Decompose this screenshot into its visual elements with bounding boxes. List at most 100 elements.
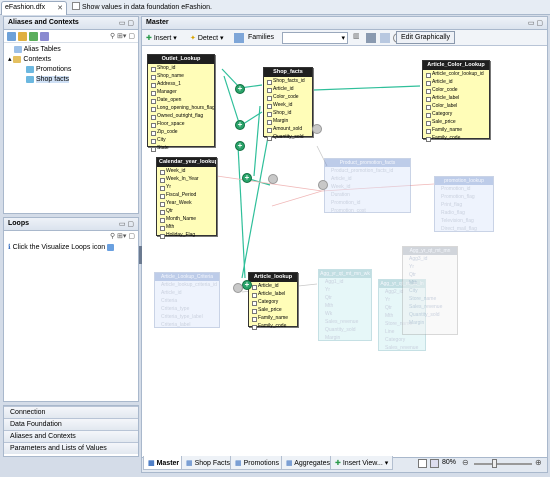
- maximize-icon[interactable]: ▭ ▢: [528, 19, 543, 27]
- join-node-icon[interactable]: +: [242, 173, 252, 183]
- column[interactable]: Shop_name: [148, 72, 214, 80]
- aliases-search-icon[interactable]: ⚲ ⊞▾ ▢: [110, 32, 135, 40]
- tab-aggregates[interactable]: ▦ Aggregates: [281, 456, 335, 470]
- zoom-slider-thumb[interactable]: [492, 459, 497, 468]
- table-shop-facts[interactable]: Shop_facts Shop_facts_id Article_id Colo…: [263, 67, 313, 141]
- column[interactable]: Week_id: [157, 167, 216, 175]
- ghost-table-promotion-lookup[interactable]: promotion_lookup Promotion_id Promotion_…: [434, 176, 494, 232]
- show-values-toggle[interactable]: Show values in data foundation eFashion.: [70, 2, 212, 13]
- zoom-slider[interactable]: [474, 463, 532, 465]
- column[interactable]: Year_Week: [157, 199, 216, 207]
- column[interactable]: Week_In_Year: [157, 175, 216, 183]
- column[interactable]: Date_open: [148, 96, 214, 104]
- diagram-canvas[interactable]: Outlet_Lookup Shop_id Shop_name Address_…: [139, 46, 547, 457]
- new-alias-icon[interactable]: [7, 32, 16, 41]
- inactive-join-node-icon[interactable]: [318, 180, 328, 190]
- column[interactable]: Family_name: [249, 314, 297, 322]
- column[interactable]: Quantity_sold: [264, 133, 312, 141]
- column[interactable]: Color_code: [423, 86, 489, 94]
- column[interactable]: Fiscal_Period: [157, 191, 216, 199]
- column[interactable]: Shop_id: [264, 109, 312, 117]
- column[interactable]: Article_label: [423, 94, 489, 102]
- detect-aliases-icon[interactable]: [28, 32, 38, 41]
- column[interactable]: Color_code: [264, 93, 312, 101]
- ghost-table-agg-3[interactable]: Agg_yr_qt_mt_mn Agg3_id Yr Qtr Mth City …: [402, 246, 458, 335]
- column[interactable]: Amount_sold: [264, 125, 312, 133]
- column[interactable]: Yr: [157, 183, 216, 191]
- join-line[interactable]: [313, 85, 421, 91]
- zoom-out-icon[interactable]: ⊖: [462, 458, 469, 467]
- layout-icon[interactable]: [234, 33, 244, 43]
- tree-item-promotions[interactable]: Promotions: [8, 65, 134, 75]
- column[interactable]: Floor_space: [148, 120, 214, 128]
- column[interactable]: Category: [423, 110, 489, 118]
- tab-promotions[interactable]: ▦ Promotions: [230, 456, 284, 470]
- tree-item-contexts[interactable]: ▴ Contexts: [8, 55, 134, 65]
- close-icon[interactable]: ✕: [57, 4, 63, 12]
- tree-item-shop-facts[interactable]: Shop facts: [8, 75, 134, 85]
- edit-graphically-button[interactable]: Edit Graphically: [396, 31, 456, 44]
- join-node-icon[interactable]: +: [235, 120, 245, 130]
- column[interactable]: Long_opening_hours_flag: [148, 104, 214, 112]
- column[interactable]: Month_Name: [157, 215, 216, 223]
- table-article-lookup[interactable]: Article_lookup Article_id Article_label …: [248, 272, 298, 330]
- filter-icon[interactable]: ▥: [353, 32, 360, 40]
- print-icon[interactable]: [366, 33, 376, 43]
- accordion-aliases-contexts[interactable]: Aliases and Contexts: [4, 430, 138, 442]
- zoom-actual-button[interactable]: [430, 459, 439, 468]
- loops-search-icon[interactable]: ⚲ ⊞▾ ▢: [110, 233, 135, 240]
- column[interactable]: Article_id: [264, 85, 312, 93]
- column[interactable]: State: [148, 144, 214, 152]
- detect-button[interactable]: ✦ Detect ▾: [190, 34, 224, 42]
- ghost-table-agg-1[interactable]: Agg_yr_qt_mt_mn_wk Agg1_id Yr Qtr Mth Wk…: [318, 269, 372, 341]
- splitter-handle[interactable]: [139, 246, 142, 264]
- visualize-loops-icon[interactable]: [107, 244, 115, 251]
- column[interactable]: Qtr: [157, 207, 216, 215]
- tab-shop-facts[interactable]: ▦ Shop Facts: [181, 456, 235, 470]
- new-context-icon[interactable]: [17, 32, 27, 41]
- column[interactable]: Category: [249, 298, 297, 306]
- column[interactable]: Owned_outright_flag: [148, 112, 214, 120]
- join-line[interactable]: [271, 190, 323, 207]
- minimize-icon[interactable]: ▭ ▢: [119, 220, 134, 228]
- inactive-join-node-icon[interactable]: [233, 283, 243, 293]
- column[interactable]: Address_1: [148, 80, 214, 88]
- detect-contexts-icon[interactable]: [39, 32, 49, 41]
- column[interactable]: Shop_id: [148, 64, 214, 72]
- column[interactable]: Article_id: [423, 78, 489, 86]
- tab-insert-view[interactable]: ✚ Insert View... ▾: [330, 456, 394, 470]
- file-tab[interactable]: eFashion.dfx ✕: [1, 1, 67, 15]
- column[interactable]: Family_name: [423, 126, 489, 134]
- column[interactable]: Color_label: [423, 102, 489, 110]
- join-node-icon[interactable]: +: [235, 141, 245, 151]
- table-article-color-lookup[interactable]: Article_Color_Lookup Article_color_looku…: [422, 60, 490, 142]
- join-line[interactable]: [237, 145, 246, 279]
- column[interactable]: Holiday_Flag: [157, 231, 216, 239]
- zoom-fit-button[interactable]: [418, 459, 427, 468]
- column[interactable]: Sale_price: [423, 118, 489, 126]
- column[interactable]: Sale_price: [249, 306, 297, 314]
- column[interactable]: Zip_code: [148, 128, 214, 136]
- join-node-icon[interactable]: +: [235, 84, 245, 94]
- ghost-table-article-lookup-criteria[interactable]: Article_Lookup_Criteria Article_lookup_c…: [154, 272, 220, 328]
- accordion-connection[interactable]: Connection: [4, 406, 138, 418]
- table-outlet-lookup[interactable]: Outlet_Lookup Shop_id Shop_name Address_…: [147, 54, 215, 152]
- column[interactable]: Family_code: [249, 322, 297, 330]
- insert-button[interactable]: ✚ Insert ▾: [146, 34, 177, 42]
- ghost-table-product-promotion-facts[interactable]: Product_promotion_facts Product_promotio…: [324, 158, 411, 214]
- zoom-fit-icon[interactable]: [380, 33, 390, 43]
- column[interactable]: Family_code: [423, 134, 489, 142]
- column[interactable]: Margin: [264, 117, 312, 125]
- checkbox-icon[interactable]: [72, 2, 80, 10]
- column[interactable]: Mth: [157, 223, 216, 231]
- column[interactable]: Article_color_lookup_id: [423, 70, 489, 78]
- tab-master[interactable]: ▦ Master: [143, 456, 185, 470]
- tree-item-alias-tables[interactable]: Alias Tables: [8, 45, 134, 55]
- minimize-icon[interactable]: ▭ ▢: [119, 19, 134, 27]
- column[interactable]: Shop_facts_id: [264, 77, 312, 85]
- inactive-join-node-icon[interactable]: [312, 124, 322, 134]
- accordion-parameters[interactable]: Parameters and Lists of Values: [4, 442, 138, 454]
- column[interactable]: Article_id: [249, 282, 297, 290]
- table-calendar-year-lookup[interactable]: Calendar_year_lookup Week_id Week_In_Yea…: [156, 157, 217, 239]
- column[interactable]: Week_id: [264, 101, 312, 109]
